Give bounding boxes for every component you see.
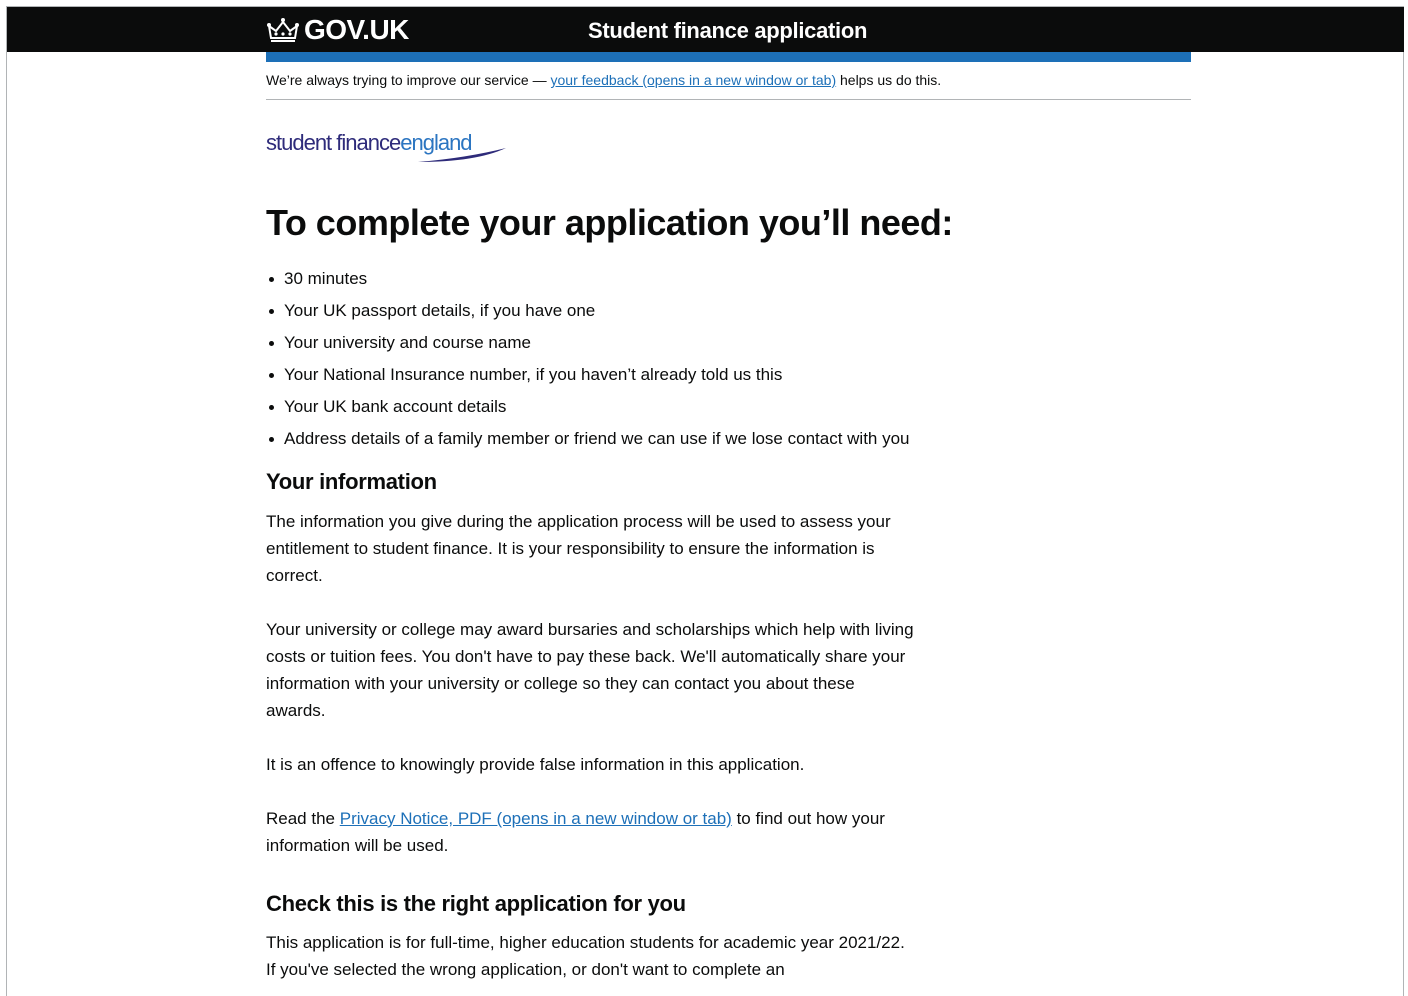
- check-application-heading: Check this is the right application for …: [266, 891, 686, 916]
- list-item: Your UK passport details, if you have on…: [266, 298, 910, 330]
- crown-icon: [267, 18, 299, 42]
- logo-swoosh-icon: [418, 148, 506, 162]
- feedback-text-after: helps us do this.: [836, 72, 942, 88]
- header-container: GOV.UK Student finance application: [266, 7, 1191, 52]
- privacy-notice-link[interactable]: Privacy Notice, PDF (opens in a new wind…: [340, 809, 732, 828]
- privacy-paragraph: Read the Privacy Notice, PDF (opens in a…: [266, 805, 916, 859]
- feedback-text-before: We’re always trying to improve our servi…: [266, 72, 551, 88]
- list-item: Address details of a family member or fr…: [266, 426, 910, 458]
- list-item: Your UK bank account details: [266, 394, 910, 426]
- requirements-list: 30 minutes Your UK passport details, if …: [266, 266, 910, 458]
- student-finance-england-logo: student financeengland: [266, 130, 511, 166]
- page-title: To complete your application you’ll need…: [266, 202, 953, 243]
- check-application-paragraph: This application is for full-time, highe…: [266, 933, 905, 979]
- list-item: Your National Insurance number, if you h…: [266, 362, 910, 394]
- information-paragraph-3: It is an offence to knowingly provide fa…: [266, 755, 805, 774]
- service-name-link[interactable]: Student finance application: [588, 18, 867, 44]
- information-paragraph-1: The information you give during the appl…: [266, 512, 891, 585]
- logo-word-student-finance: student finance: [266, 130, 401, 155]
- govuk-home-link[interactable]: GOV.UK: [266, 13, 409, 47]
- feedback-link[interactable]: your feedback (opens in a new window or …: [551, 72, 837, 88]
- govuk-logo-text: GOV.UK: [304, 14, 409, 45]
- list-item: Your university and course name: [266, 330, 910, 362]
- govuk-header: GOV.UK Student finance application: [7, 7, 1404, 52]
- your-information-heading: Your information: [266, 469, 437, 494]
- privacy-text-before: Read the: [266, 809, 340, 828]
- feedback-banner: We’re always trying to improve our servi…: [266, 72, 1191, 100]
- information-paragraph-2: Your university or college may award bur…: [266, 620, 914, 720]
- list-item: 30 minutes: [266, 266, 910, 298]
- header-blue-bar: [266, 52, 1191, 62]
